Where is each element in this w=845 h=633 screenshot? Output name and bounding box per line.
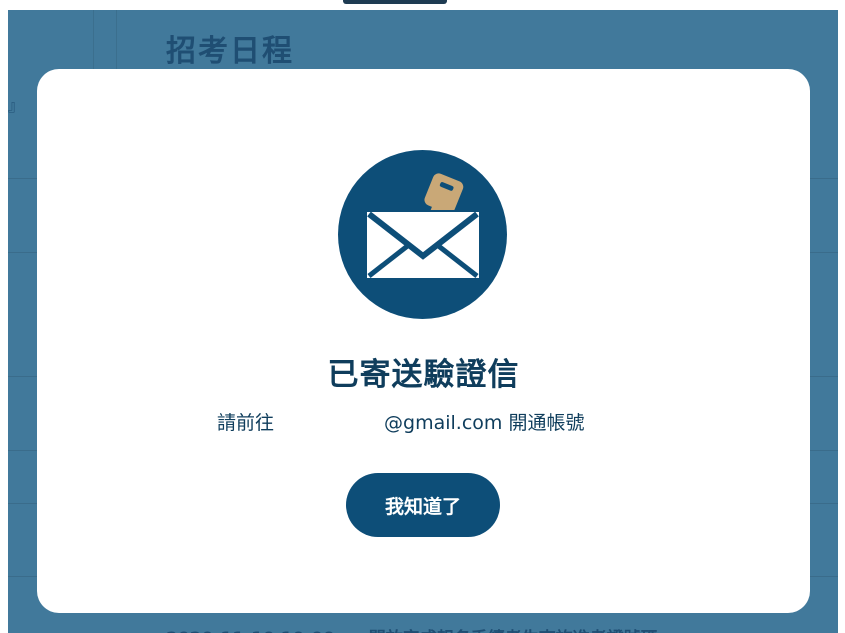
verification-modal: 已寄送驗證信 請前往 @gmail.com 開通帳號 我知道了 — [37, 69, 810, 613]
top-bar — [0, 0, 845, 10]
background-schedule-row: 2020-11-10 10:00 開放完成報名手續考生查詢准考證號碼 — [166, 624, 658, 633]
email-domain: @gmail.com — [384, 412, 503, 434]
message-prefix: 請前往 — [217, 412, 275, 434]
verification-message: 請前往 @gmail.com 開通帳號 — [217, 408, 584, 438]
top-tab[interactable] — [343, 0, 447, 4]
background-section-title: 招考日程 — [166, 34, 294, 69]
modal-title: 已寄送驗證信 — [327, 357, 520, 393]
acknowledge-button[interactable]: 我知道了 — [346, 473, 500, 537]
message-suffix: 開通帳號 — [508, 412, 585, 434]
envelope-with-key-icon — [338, 150, 507, 319]
background-edge-text: 』 — [8, 96, 25, 115]
